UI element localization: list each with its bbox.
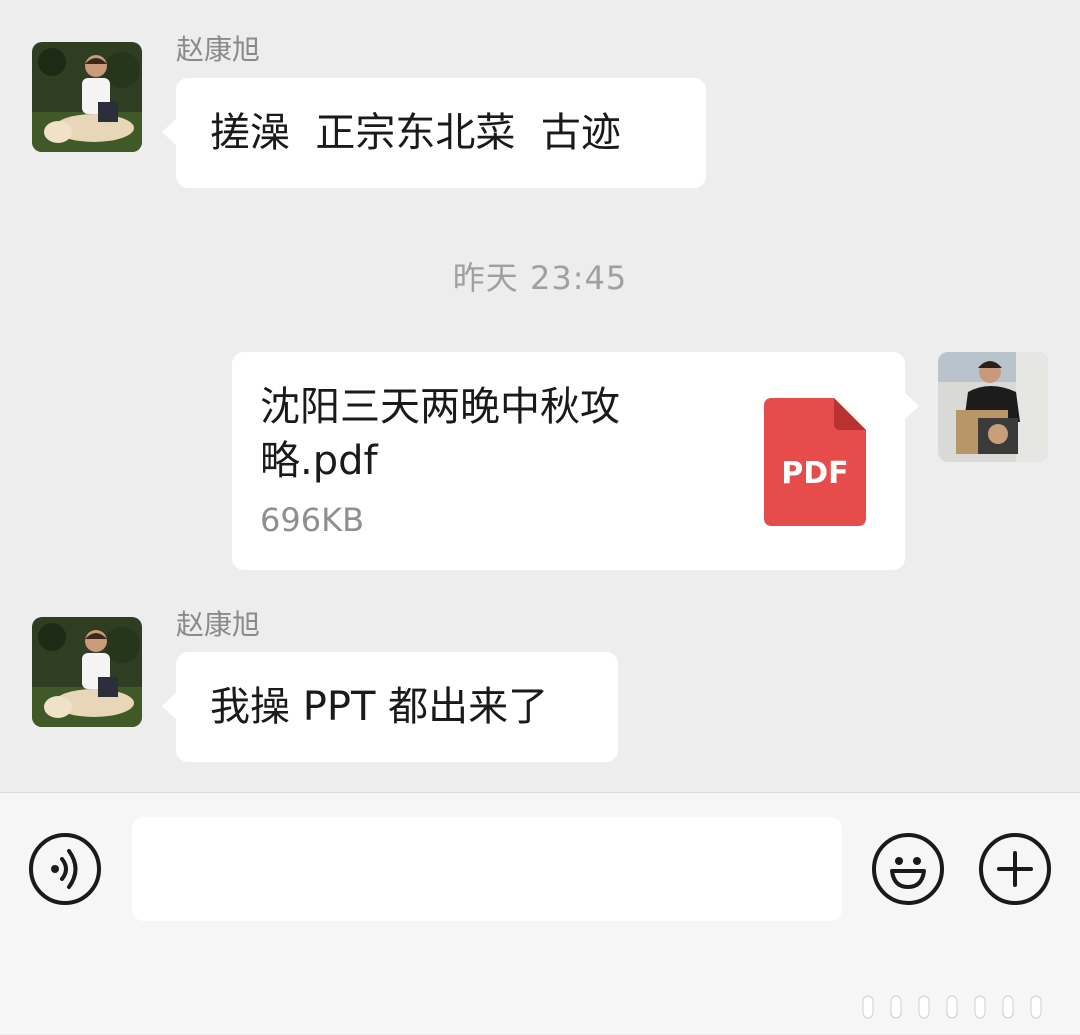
contact-avatar[interactable] <box>32 42 142 152</box>
file-size: 696KB <box>260 501 365 539</box>
sender-name: 赵康旭 <box>176 608 261 641</box>
message-text: 搓澡 正宗东北菜 古迹 <box>210 110 621 156</box>
timestamp: 昨天 23:45 <box>452 259 628 297</box>
file-name: 沈阳三天两晚中秋攻略.pdf <box>260 384 620 484</box>
text-message-bubble[interactable]: 搓澡 正宗东北菜 古迹 <box>162 78 706 188</box>
my-avatar[interactable] <box>938 352 1048 462</box>
home-indicator <box>862 995 1042 1019</box>
contact-avatar[interactable] <box>32 617 142 727</box>
input-bar <box>0 792 1080 1034</box>
text-message-bubble[interactable]: 我操 PPT 都出来了 <box>162 652 618 762</box>
chat-area[interactable]: 赵康旭 搓澡 正宗东北菜 古迹 昨天 23:45 沈阳三天两晚中秋攻略.pdf … <box>0 0 1080 792</box>
sender-name: 赵康旭 <box>176 33 261 66</box>
pdf-icon-label: PDF <box>781 456 849 491</box>
file-message-bubble[interactable]: 沈阳三天两晚中秋攻略.pdf 696KB PDF <box>232 352 919 570</box>
message-text: 我操 PPT 都出来了 <box>210 684 549 730</box>
pdf-icon: PDF <box>764 398 866 526</box>
